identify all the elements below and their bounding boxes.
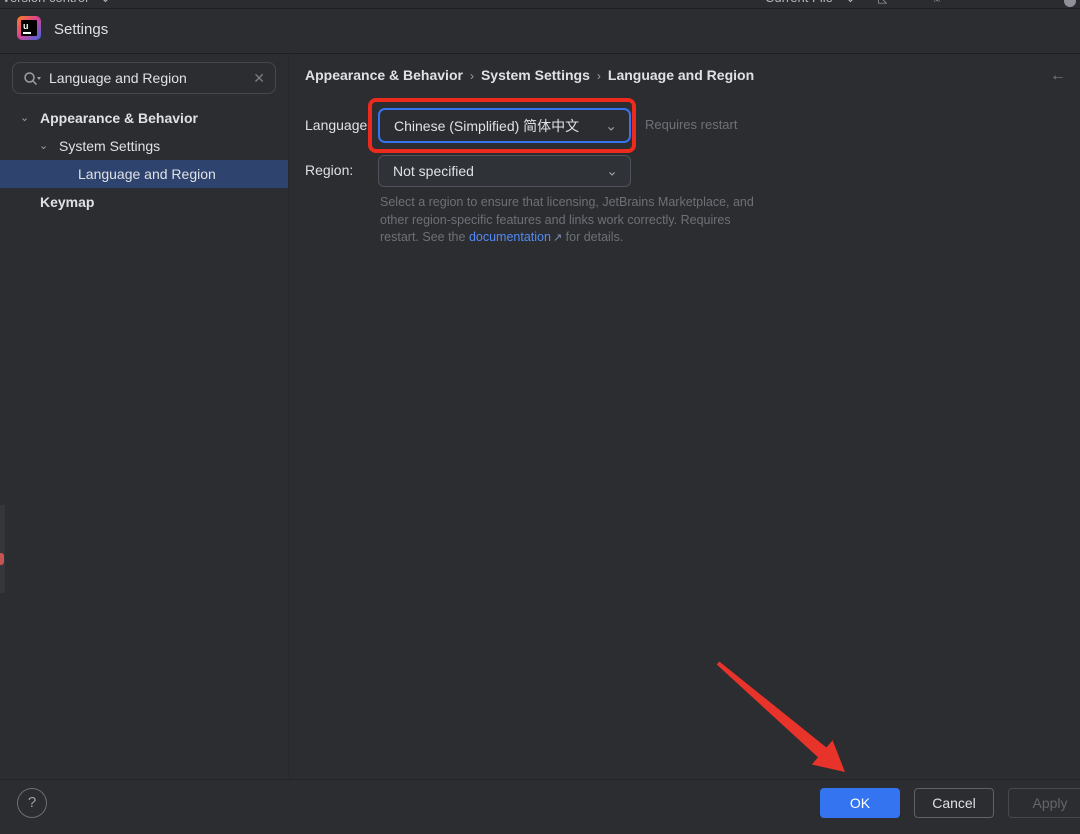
chevron-down-icon[interactable]: ⌄ [20, 104, 29, 132]
sidebar-item-appearance-behavior[interactable]: ⌄ Appearance & Behavior [0, 104, 288, 132]
settings-window: Version control ⌄ Current File ⌄ ◺ ✩ • u… [0, 0, 1080, 834]
sidebar-item-label: Appearance & Behavior [40, 104, 198, 132]
settings-gear-icon[interactable]: ✩ [932, 0, 942, 5]
back-arrow-icon[interactable]: ← [1050, 67, 1066, 85]
settings-app-icon: u [17, 16, 41, 40]
breadcrumb-language-and-region: Language and Region [608, 67, 754, 83]
breadcrumb-separator: › [590, 69, 608, 83]
sidebar-item-language-and-region[interactable]: Language and Region [0, 160, 288, 188]
ok-button[interactable]: OK [820, 788, 900, 818]
help-icon[interactable]: ? [17, 788, 47, 818]
region-help-line3-post: for details. [562, 230, 623, 244]
settings-app-icon-bar [23, 32, 31, 34]
ide-edge-strip [0, 505, 5, 593]
breadcrumb-appearance-behavior[interactable]: Appearance & Behavior [305, 67, 463, 83]
dialog-footer: ? OK Cancel Apply [0, 779, 1080, 834]
region-help-line3-pre: restart. See the [380, 230, 469, 244]
sidebar-item-system-settings[interactable]: ⌄ System Settings [0, 132, 288, 160]
region-select[interactable]: Not specified ⌄ [378, 155, 631, 187]
language-label: Language [305, 117, 367, 133]
settings-sidebar: Language and Region ✕ ⌄ Appearance & Beh… [0, 54, 288, 779]
dialog-title: Settings [54, 21, 108, 38]
search-value: Language and Region [49, 70, 187, 86]
settings-content: Appearance & Behavior›System Settings›La… [289, 54, 1080, 779]
run-icon[interactable]: ◺ [878, 0, 887, 5]
breadcrumb: Appearance & Behavior›System Settings›La… [305, 67, 754, 83]
ide-titlebar-strip: Version control ⌄ Current File ⌄ ◺ ✩ • [0, 0, 1080, 9]
user-avatar[interactable] [1064, 0, 1076, 7]
search-input[interactable]: Language and Region ✕ [12, 62, 276, 94]
documentation-link[interactable]: documentation [469, 230, 551, 244]
breadcrumb-system-settings[interactable]: System Settings [481, 67, 590, 83]
settings-app-icon-glyph: u [23, 21, 29, 31]
current-file-menu[interactable]: Current File [765, 0, 833, 5]
current-file-chevron-icon: ⌄ [845, 0, 856, 6]
search-clear-icon[interactable]: ✕ [253, 70, 265, 86]
sidebar-item-label: System Settings [59, 132, 160, 160]
sidebar-item-keymap[interactable]: Keymap [0, 188, 288, 216]
region-help-text: Select a region to ensure that licensing… [380, 194, 770, 248]
dialog-header: u Settings [0, 9, 1080, 54]
region-select-value: Not specified [393, 163, 474, 179]
external-link-icon: ↗ [551, 232, 562, 244]
requires-restart-note: Requires restart [645, 117, 737, 132]
cancel-button[interactable]: Cancel [914, 788, 994, 818]
search-icon [23, 71, 41, 87]
sidebar-item-label: Keymap [40, 188, 94, 216]
chevron-down-icon: ⌄ [606, 163, 618, 180]
region-help-line2: other region-specific features and links… [380, 213, 731, 227]
breadcrumb-separator: › [463, 69, 481, 83]
more-options-icon[interactable]: • [1005, 0, 1009, 5]
red-annotation-box [368, 98, 636, 153]
sidebar-item-label: Language and Region [78, 160, 216, 188]
ide-edge-red-marker [0, 553, 4, 565]
region-help-line1: Select a region to ensure that licensing… [380, 195, 754, 209]
version-control-menu[interactable]: Version control [2, 0, 88, 5]
apply-button: Apply [1008, 788, 1080, 818]
region-label: Region: [305, 162, 353, 178]
chevron-down-icon[interactable]: ⌄ [39, 132, 48, 160]
settings-app-icon-inner: u [21, 20, 37, 36]
version-control-chevron-icon: ⌄ [100, 0, 111, 6]
settings-tree: ⌄ Appearance & Behavior ⌄ System Setting… [0, 104, 288, 216]
